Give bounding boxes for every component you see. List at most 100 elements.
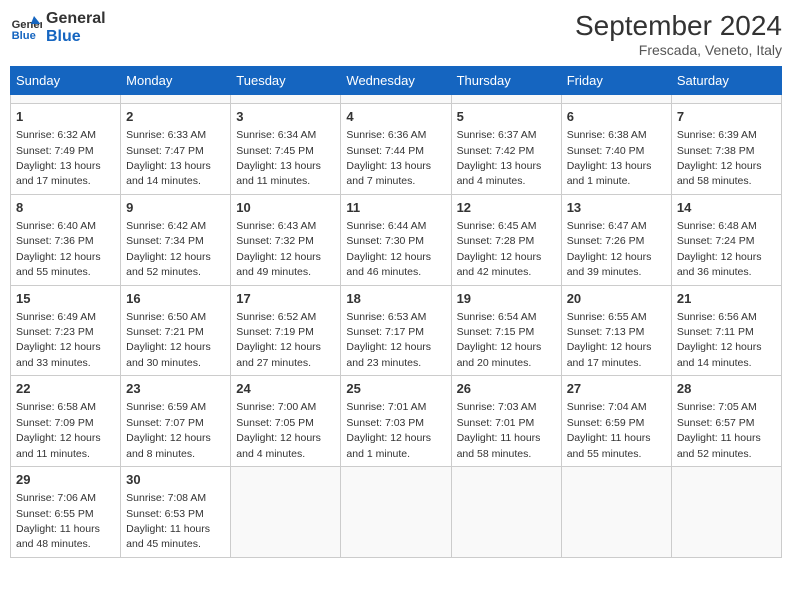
day-info: Sunrise: 6:45 AMSunset: 7:28 PMDaylight:…: [457, 220, 542, 278]
svg-text:Blue: Blue: [12, 30, 36, 42]
day-info: Sunrise: 6:44 AMSunset: 7:30 PMDaylight:…: [346, 220, 431, 278]
calendar-cell: [451, 467, 561, 558]
day-number: 22: [16, 380, 115, 398]
day-number: 27: [567, 380, 666, 398]
calendar-cell: [231, 467, 341, 558]
calendar-cell: 14 Sunrise: 6:48 AMSunset: 7:24 PMDaylig…: [671, 194, 781, 285]
day-number: 20: [567, 290, 666, 308]
day-info: Sunrise: 6:55 AMSunset: 7:13 PMDaylight:…: [567, 311, 652, 369]
calendar-cell: [671, 95, 781, 104]
day-info: Sunrise: 6:48 AMSunset: 7:24 PMDaylight:…: [677, 220, 762, 278]
col-header-monday: Monday: [121, 67, 231, 95]
calendar-cell: 19 Sunrise: 6:54 AMSunset: 7:15 PMDaylig…: [451, 285, 561, 376]
day-number: 24: [236, 380, 335, 398]
calendar-cell: 1 Sunrise: 6:32 AMSunset: 7:49 PMDayligh…: [11, 104, 121, 195]
day-number: 13: [567, 199, 666, 217]
calendar-cell: 16 Sunrise: 6:50 AMSunset: 7:21 PMDaylig…: [121, 285, 231, 376]
day-info: Sunrise: 7:04 AMSunset: 6:59 PMDaylight:…: [567, 401, 651, 459]
calendar-cell: 12 Sunrise: 6:45 AMSunset: 7:28 PMDaylig…: [451, 194, 561, 285]
day-info: Sunrise: 6:33 AMSunset: 7:47 PMDaylight:…: [126, 129, 211, 187]
calendar-cell: 20 Sunrise: 6:55 AMSunset: 7:13 PMDaylig…: [561, 285, 671, 376]
day-info: Sunrise: 7:06 AMSunset: 6:55 PMDaylight:…: [16, 492, 100, 550]
calendar-cell: [341, 467, 451, 558]
logo-text-line2: Blue: [46, 28, 106, 46]
day-number: 23: [126, 380, 225, 398]
calendar-cell: 15 Sunrise: 6:49 AMSunset: 7:23 PMDaylig…: [11, 285, 121, 376]
title-block: September 2024 Frescada, Veneto, Italy: [575, 10, 782, 58]
day-number: 28: [677, 380, 776, 398]
col-header-thursday: Thursday: [451, 67, 561, 95]
calendar-cell: [451, 95, 561, 104]
page-header: General Blue General Blue September 2024…: [10, 10, 782, 58]
day-info: Sunrise: 6:39 AMSunset: 7:38 PMDaylight:…: [677, 129, 762, 187]
day-number: 6: [567, 108, 666, 126]
calendar-cell: 27 Sunrise: 7:04 AMSunset: 6:59 PMDaylig…: [561, 376, 671, 467]
calendar-cell: 28 Sunrise: 7:05 AMSunset: 6:57 PMDaylig…: [671, 376, 781, 467]
day-info: Sunrise: 6:47 AMSunset: 7:26 PMDaylight:…: [567, 220, 652, 278]
day-number: 29: [16, 471, 115, 489]
day-number: 25: [346, 380, 445, 398]
calendar-cell: 30 Sunrise: 7:08 AMSunset: 6:53 PMDaylig…: [121, 467, 231, 558]
col-header-wednesday: Wednesday: [341, 67, 451, 95]
calendar-cell: 22 Sunrise: 6:58 AMSunset: 7:09 PMDaylig…: [11, 376, 121, 467]
day-info: Sunrise: 6:37 AMSunset: 7:42 PMDaylight:…: [457, 129, 542, 187]
day-info: Sunrise: 6:58 AMSunset: 7:09 PMDaylight:…: [16, 401, 101, 459]
day-info: Sunrise: 7:03 AMSunset: 7:01 PMDaylight:…: [457, 401, 541, 459]
calendar-cell: 10 Sunrise: 6:43 AMSunset: 7:32 PMDaylig…: [231, 194, 341, 285]
day-info: Sunrise: 6:53 AMSunset: 7:17 PMDaylight:…: [346, 311, 431, 369]
calendar-cell: 13 Sunrise: 6:47 AMSunset: 7:26 PMDaylig…: [561, 194, 671, 285]
day-info: Sunrise: 6:59 AMSunset: 7:07 PMDaylight:…: [126, 401, 211, 459]
calendar-week-row: 29 Sunrise: 7:06 AMSunset: 6:55 PMDaylig…: [11, 467, 782, 558]
calendar-cell: 3 Sunrise: 6:34 AMSunset: 7:45 PMDayligh…: [231, 104, 341, 195]
calendar-cell: 29 Sunrise: 7:06 AMSunset: 6:55 PMDaylig…: [11, 467, 121, 558]
location-subtitle: Frescada, Veneto, Italy: [575, 42, 782, 58]
day-number: 21: [677, 290, 776, 308]
day-number: 2: [126, 108, 225, 126]
day-number: 5: [457, 108, 556, 126]
day-number: 11: [346, 199, 445, 217]
day-number: 30: [126, 471, 225, 489]
day-info: Sunrise: 7:01 AMSunset: 7:03 PMDaylight:…: [346, 401, 431, 459]
day-number: 19: [457, 290, 556, 308]
day-number: 10: [236, 199, 335, 217]
calendar-cell: [121, 95, 231, 104]
calendar-week-row: 15 Sunrise: 6:49 AMSunset: 7:23 PMDaylig…: [11, 285, 782, 376]
day-info: Sunrise: 7:08 AMSunset: 6:53 PMDaylight:…: [126, 492, 210, 550]
day-number: 1: [16, 108, 115, 126]
calendar-cell: 17 Sunrise: 6:52 AMSunset: 7:19 PMDaylig…: [231, 285, 341, 376]
calendar-cell: 23 Sunrise: 6:59 AMSunset: 7:07 PMDaylig…: [121, 376, 231, 467]
day-number: 12: [457, 199, 556, 217]
calendar-cell: [231, 95, 341, 104]
day-info: Sunrise: 6:56 AMSunset: 7:11 PMDaylight:…: [677, 311, 762, 369]
logo: General Blue General Blue: [10, 10, 106, 46]
calendar-cell: 18 Sunrise: 6:53 AMSunset: 7:17 PMDaylig…: [341, 285, 451, 376]
calendar-cell: 24 Sunrise: 7:00 AMSunset: 7:05 PMDaylig…: [231, 376, 341, 467]
day-info: Sunrise: 6:34 AMSunset: 7:45 PMDaylight:…: [236, 129, 321, 187]
day-info: Sunrise: 6:36 AMSunset: 7:44 PMDaylight:…: [346, 129, 431, 187]
col-header-tuesday: Tuesday: [231, 67, 341, 95]
day-info: Sunrise: 6:52 AMSunset: 7:19 PMDaylight:…: [236, 311, 321, 369]
day-number: 26: [457, 380, 556, 398]
logo-text-line1: General: [46, 10, 106, 28]
calendar-cell: 6 Sunrise: 6:38 AMSunset: 7:40 PMDayligh…: [561, 104, 671, 195]
day-info: Sunrise: 7:00 AMSunset: 7:05 PMDaylight:…: [236, 401, 321, 459]
calendar-cell: 2 Sunrise: 6:33 AMSunset: 7:47 PMDayligh…: [121, 104, 231, 195]
logo-icon: General Blue: [10, 12, 42, 44]
day-info: Sunrise: 7:05 AMSunset: 6:57 PMDaylight:…: [677, 401, 761, 459]
calendar-cell: 7 Sunrise: 6:39 AMSunset: 7:38 PMDayligh…: [671, 104, 781, 195]
day-info: Sunrise: 6:49 AMSunset: 7:23 PMDaylight:…: [16, 311, 101, 369]
calendar-cell: 4 Sunrise: 6:36 AMSunset: 7:44 PMDayligh…: [341, 104, 451, 195]
calendar-table: SundayMondayTuesdayWednesdayThursdayFrid…: [10, 66, 782, 558]
day-number: 8: [16, 199, 115, 217]
calendar-cell: [671, 467, 781, 558]
calendar-cell: 9 Sunrise: 6:42 AMSunset: 7:34 PMDayligh…: [121, 194, 231, 285]
day-number: 18: [346, 290, 445, 308]
month-title: September 2024: [575, 10, 782, 42]
calendar-week-row: [11, 95, 782, 104]
calendar-week-row: 22 Sunrise: 6:58 AMSunset: 7:09 PMDaylig…: [11, 376, 782, 467]
col-header-sunday: Sunday: [11, 67, 121, 95]
day-number: 14: [677, 199, 776, 217]
day-number: 7: [677, 108, 776, 126]
day-number: 17: [236, 290, 335, 308]
day-number: 16: [126, 290, 225, 308]
